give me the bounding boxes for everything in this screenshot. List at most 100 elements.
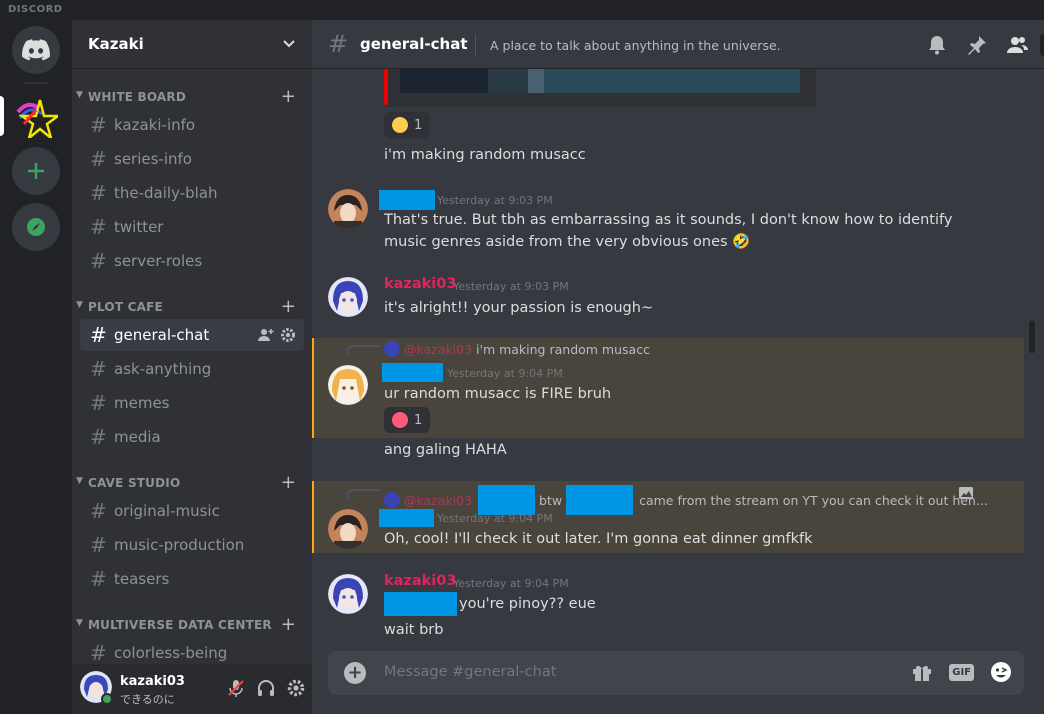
gear-icon[interactable] [280, 327, 296, 343]
emoji-icon[interactable] [990, 661, 1012, 683]
channel-twitter[interactable]: # twitter [80, 211, 304, 243]
add-attachment-button[interactable]: + [344, 662, 366, 684]
message-scrollbar[interactable] [1028, 69, 1036, 647]
reply-reference[interactable]: @kazaki03 btw came from the stream on YT… [384, 485, 988, 515]
message-author[interactable]: kazaki03 [384, 573, 456, 589]
redacted-username [379, 190, 435, 210]
channel-memes[interactable]: # memes [80, 387, 304, 419]
channel-colorless-being[interactable]: # colorless-being [80, 637, 304, 665]
image-attachment[interactable] [384, 69, 816, 107]
message-text: wait brb [384, 622, 444, 638]
channel-media[interactable]: # media [80, 421, 304, 453]
user-avatar[interactable] [328, 189, 368, 229]
gear-icon[interactable] [286, 678, 306, 698]
channel-list: ▼ WHITE BOARD + # kazaki-info # series-inf… [72, 69, 312, 665]
channel-label: kazaki-info [114, 116, 196, 134]
channel-label: general-chat [114, 326, 210, 344]
category-collapse-icon: ▼ [76, 618, 84, 628]
category-collapse-icon: ▼ [76, 476, 84, 486]
category-label: CAVE STUDIO [88, 476, 181, 490]
create-channel-icon[interactable]: + [281, 296, 296, 317]
username: kazaki03 [120, 674, 185, 689]
online-status-icon [101, 693, 113, 705]
message-text: it's alright!! your passion is enough~ [384, 300, 654, 316]
redacted-mention [478, 485, 536, 515]
channel-label: twitter [114, 218, 164, 236]
channel-sidebar: Kazaki ▼ WHITE BOARD + # kazaki-info # ser… [72, 20, 312, 714]
hashtag-icon: # [90, 425, 107, 449]
guild-header[interactable]: Kazaki [72, 20, 312, 69]
message-composer[interactable]: + Message #general-chat GIF [328, 651, 1024, 695]
reply-avatar [384, 341, 400, 357]
reaction-button[interactable]: 1 [384, 407, 431, 433]
explore-servers-button[interactable] [12, 203, 60, 251]
channel-the-daily-blah[interactable]: # the-daily-blah [80, 177, 304, 209]
channel-original-music[interactable]: # original-music [80, 495, 304, 527]
hashtag-icon: # [90, 391, 107, 415]
pin-icon[interactable] [966, 34, 988, 56]
custom-status: できるのに [120, 693, 175, 706]
mic-muted-icon[interactable] [226, 678, 246, 698]
message-list: 1 i'm making random musacc Yesterday at … [312, 69, 1044, 647]
hashtag-icon: # [90, 113, 107, 137]
channel-general-chat[interactable]: # general-chat [80, 319, 304, 351]
category-plot-cafe[interactable]: ▼ PLOT CAFE + [72, 296, 312, 317]
channel-ask-anything[interactable]: # ask-anything [80, 353, 304, 385]
category-collapse-icon: ▼ [76, 90, 84, 100]
message-timestamp: Yesterday at 9:04 PM [453, 577, 569, 590]
message-text: Oh, cool! I'll check it out later. I'm g… [384, 531, 813, 547]
redacted-mention [384, 592, 457, 616]
headphones-icon[interactable] [256, 678, 276, 698]
channel-topic[interactable]: A place to talk about anything in the un… [490, 38, 781, 53]
create-channel-icon[interactable]: + [281, 86, 296, 107]
chat-header: # general-chat A place to talk about any… [312, 20, 1044, 69]
gift-icon[interactable] [911, 661, 933, 683]
channel-title: general-chat [360, 35, 468, 53]
guild-name: Kazaki [88, 35, 144, 53]
embed-accent-bar [384, 69, 388, 105]
server-kazaki[interactable] [12, 92, 60, 140]
channel-music-production[interactable]: # music-production [80, 529, 304, 561]
reaction-button[interactable]: 1 [384, 112, 431, 138]
message-input[interactable]: Message #general-chat [384, 664, 556, 680]
category-label: WHITE BOARD [88, 90, 187, 104]
redacted-username [379, 509, 434, 527]
message-author[interactable]: kazaki03 [384, 276, 456, 292]
category-white-board[interactable]: ▼ WHITE BOARD + [72, 86, 312, 107]
add-server-button[interactable] [12, 147, 60, 195]
message-timestamp: Yesterday at 9:03 PM [437, 194, 553, 207]
channel-teasers[interactable]: # teasers [80, 563, 304, 595]
category-multiverse-data-center[interactable]: ▼ MULTIVERSE DATA CENTER + [72, 614, 312, 635]
channel-server-roles[interactable]: # server-roles [80, 245, 304, 277]
message-text: you're pinoy?? eue [459, 596, 596, 612]
category-label: PLOT CAFE [88, 300, 163, 314]
user-avatar[interactable] [328, 509, 368, 549]
message-text: That's true. But tbh as embarrassing as … [384, 212, 953, 250]
hashtag-icon: # [90, 181, 107, 205]
channel-label: series-info [114, 150, 192, 168]
hashtag-icon: # [90, 323, 107, 347]
user-avatar[interactable] [328, 277, 368, 317]
invite-member-icon[interactable] [258, 327, 274, 343]
members-icon[interactable] [1006, 34, 1028, 56]
search-box-edge[interactable] [1040, 34, 1044, 56]
create-channel-icon[interactable]: + [281, 472, 296, 493]
bell-icon[interactable] [926, 34, 948, 56]
header-divider [475, 34, 476, 56]
image-preview [400, 69, 800, 93]
channel-series-info[interactable]: # series-info [80, 143, 304, 175]
channel-kazaki-info[interactable]: # kazaki-info [80, 109, 304, 141]
astonished-emoji-icon [392, 117, 408, 133]
user-avatar[interactable] [328, 574, 368, 614]
reply-author: @kazaki03 [404, 492, 473, 508]
create-channel-icon[interactable]: + [281, 614, 296, 635]
category-cave-studio[interactable]: ▼ CAVE STUDIO + [72, 472, 312, 493]
reply-reference[interactable]: @kazaki03 i'm making random musacc [384, 341, 650, 357]
channel-label: teasers [114, 570, 170, 588]
category-collapse-icon: ▼ [76, 300, 84, 310]
scrollbar-thumb[interactable] [1029, 321, 1035, 353]
user-avatar[interactable] [328, 365, 368, 405]
gif-icon[interactable]: GIF [949, 663, 974, 681]
home-button[interactable] [12, 26, 60, 74]
channel-label: colorless-being [114, 644, 228, 662]
